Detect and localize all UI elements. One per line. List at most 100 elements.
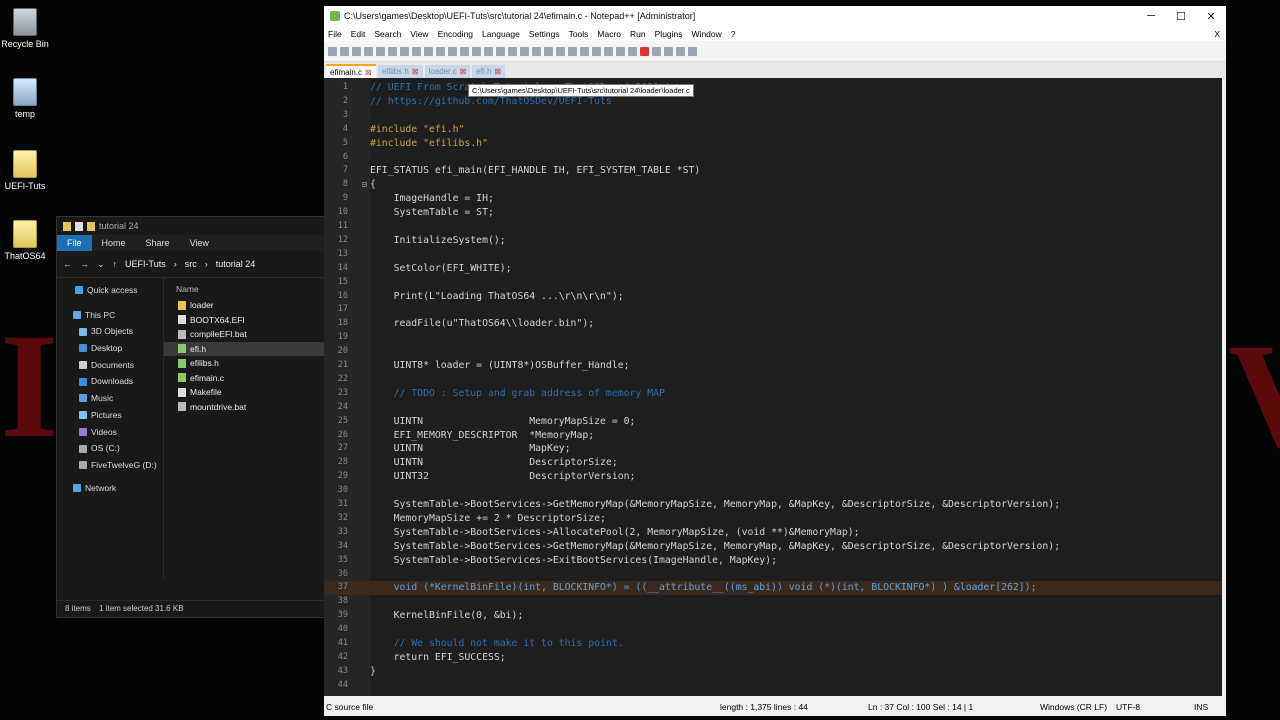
file-row-efimain-c[interactable]: efimain.c [164, 371, 325, 386]
code-line[interactable]: 21 UINT8* loader = (UINT8*)OSBuffer_Hand… [324, 359, 1222, 373]
save-icon[interactable] [352, 46, 361, 56]
nav-item-music[interactable]: Music [57, 390, 163, 407]
code-line[interactable]: 20 [324, 345, 1222, 359]
code-line[interactable]: 34 SystemTable->BootServices->GetMemoryM… [324, 540, 1222, 554]
copy-icon[interactable] [424, 46, 433, 56]
file-row-efilibs-h[interactable]: efilibs.h [164, 356, 325, 371]
menu-file[interactable]: File [328, 29, 342, 39]
menu-settings[interactable]: Settings [529, 29, 560, 39]
forward-arrow-icon[interactable]: → [80, 259, 89, 269]
code-line[interactable]: 2// https://github.com/ThatOSDev/UEFI-Tu… [324, 95, 1222, 109]
menu-help[interactable]: ? [731, 29, 736, 39]
desktop-icon-temp[interactable]: temp [0, 78, 50, 119]
code-line[interactable]: 28 UINTN DescriptorSize; [324, 456, 1222, 470]
sync-vertical-icon[interactable] [520, 46, 529, 56]
nav-item-videos[interactable]: Videos [57, 424, 163, 441]
menu-macro[interactable]: Macro [597, 29, 621, 39]
tab-efilibs-h[interactable]: efilibs.h ⊠ [377, 65, 423, 79]
breadcrumb-src[interactable]: src [185, 259, 197, 269]
menu-edit[interactable]: Edit [351, 29, 366, 39]
desktop-icon-recycle-bin[interactable]: Recycle Bin [0, 8, 50, 49]
run-macro-icon[interactable] [676, 46, 685, 56]
find-icon[interactable] [472, 46, 481, 56]
code-line[interactable]: 6 [324, 151, 1222, 165]
close-file-icon[interactable] [376, 46, 385, 56]
tab-efimain-c[interactable]: efimain.c ⊠ [326, 64, 376, 79]
code-line[interactable]: 35 SystemTable->BootServices->ExitBootSe… [324, 554, 1222, 568]
nav-item-this-pc[interactable]: This PC [57, 307, 163, 324]
code-line[interactable]: 44 [324, 679, 1222, 693]
back-arrow-icon[interactable]: ← [63, 259, 72, 269]
code-line[interactable]: 1// UEFI From Scratch Tutorials - ThatOS… [324, 81, 1222, 95]
nav-item-fivetwelveg-d[interactable]: FiveTwelveG (D:) [57, 457, 163, 474]
nav-item-quick-access[interactable]: Quick access [57, 282, 163, 299]
paste-icon[interactable] [436, 46, 445, 56]
nav-item-desktop[interactable]: Desktop [57, 340, 163, 357]
code-line[interactable]: 25 UINTN MemoryMapSize = 0; [324, 415, 1222, 429]
tab-loader-c[interactable]: loader.c ⊠ [424, 65, 471, 79]
close-icon[interactable]: ⊠ [412, 65, 419, 79]
menu-window[interactable]: Window [692, 29, 722, 39]
nav-item-network[interactable]: Network [57, 480, 163, 497]
menu-search[interactable]: Search [374, 29, 401, 39]
doc-map-icon[interactable] [592, 46, 601, 56]
code-line[interactable]: 29 UINT32 DescriptorVersion; [324, 470, 1222, 484]
menu-encoding[interactable]: Encoding [438, 29, 473, 39]
show-all-chars-icon[interactable] [556, 46, 565, 56]
udl-icon[interactable] [580, 46, 589, 56]
indent-guide-icon[interactable] [568, 46, 577, 56]
code-line[interactable]: 16 Print(L"Loading ThatOS64 ...\r\n\r\n"… [324, 290, 1222, 304]
play-macro-icon[interactable] [664, 46, 673, 56]
code-line[interactable]: 36 [324, 568, 1222, 582]
zoom-in-icon[interactable] [496, 46, 505, 56]
breadcrumb-tutorial-24[interactable]: tutorial 24 [216, 259, 256, 269]
code-line[interactable]: 31 SystemTable->BootServices->GetMemoryM… [324, 498, 1222, 512]
code-line[interactable]: 4 #include "efi.h" [324, 123, 1222, 137]
nav-item-3d-objects[interactable]: 3D Objects [57, 323, 163, 340]
maximize-icon[interactable]: ☐ [1166, 10, 1196, 23]
menu-plugins[interactable]: Plugins [655, 29, 683, 39]
zoom-out-icon[interactable] [508, 46, 517, 56]
code-line[interactable]: 7 EFI_STATUS efi_main(EFI_HANDLE IH, EFI_… [324, 164, 1222, 178]
redo-icon[interactable] [460, 46, 469, 56]
function-list-icon[interactable] [604, 46, 613, 56]
code-line[interactable]: 15 [324, 276, 1222, 290]
open-file-icon[interactable] [340, 46, 349, 56]
ribbon-tab-share[interactable]: Share [136, 235, 180, 251]
desktop-icon-thatos64[interactable]: ThatOS64 [0, 220, 50, 261]
code-line[interactable]: 19 [324, 331, 1222, 345]
file-row-mountdrive[interactable]: mountdrive.bat [164, 400, 325, 415]
column-header-name[interactable]: Name [164, 280, 325, 298]
code-line[interactable]: 32 MemoryMapSize += 2 * DescriptorSize; [324, 512, 1222, 526]
file-row-loader[interactable]: loader [164, 298, 325, 313]
code-line[interactable]: 8 ⊟{ [324, 178, 1222, 192]
close-icon[interactable]: ⊠ [460, 65, 467, 79]
explorer-address-bar[interactable]: ← → ⌄ ↑ UEFI-Tuts › src › tutorial 24 [57, 251, 325, 278]
code-line[interactable]: 37 void (*KernelBinFile)(int, BLOCKINFO*… [324, 581, 1222, 596]
minimize-icon[interactable]: ─ [1136, 10, 1166, 23]
menu-language[interactable]: Language [482, 29, 520, 39]
code-line[interactable]: 13 [324, 248, 1222, 262]
close-icon[interactable]: ⊠ [494, 65, 501, 79]
monitoring-icon[interactable] [628, 46, 637, 56]
code-line[interactable]: 23 // TODO : Setup and grab address of m… [324, 387, 1222, 401]
chevron-down-icon[interactable]: ⌄ [97, 259, 105, 270]
code-line[interactable]: 43} [324, 665, 1222, 679]
nav-item-downloads[interactable]: Downloads [57, 373, 163, 390]
print-icon[interactable] [400, 46, 409, 56]
menu-tools[interactable]: Tools [569, 29, 589, 39]
code-line[interactable]: 39 KernelBinFile(0, &bi); [324, 609, 1222, 623]
replace-icon[interactable] [484, 46, 493, 56]
code-line[interactable]: 18 readFile(u"ThatOS64\\loader.bin"); [324, 317, 1222, 331]
code-line[interactable]: 38 [324, 595, 1222, 609]
code-line[interactable]: 42 return EFI_SUCCESS; [324, 651, 1222, 665]
code-line[interactable]: 14 SetColor(EFI_WHITE); [324, 262, 1222, 276]
code-line[interactable]: 22 [324, 373, 1222, 387]
ribbon-tab-view[interactable]: View [180, 235, 219, 251]
sync-horizontal-icon[interactable] [532, 46, 541, 56]
tab-efi-h[interactable]: efi.h ⊠ [472, 65, 506, 79]
code-line[interactable]: 41 // We should not make it to this poin… [324, 637, 1222, 651]
menu-view[interactable]: View [410, 29, 428, 39]
ribbon-tab-home[interactable]: Home [92, 235, 136, 251]
code-line[interactable]: 5 #include "efilibs.h" [324, 137, 1222, 151]
